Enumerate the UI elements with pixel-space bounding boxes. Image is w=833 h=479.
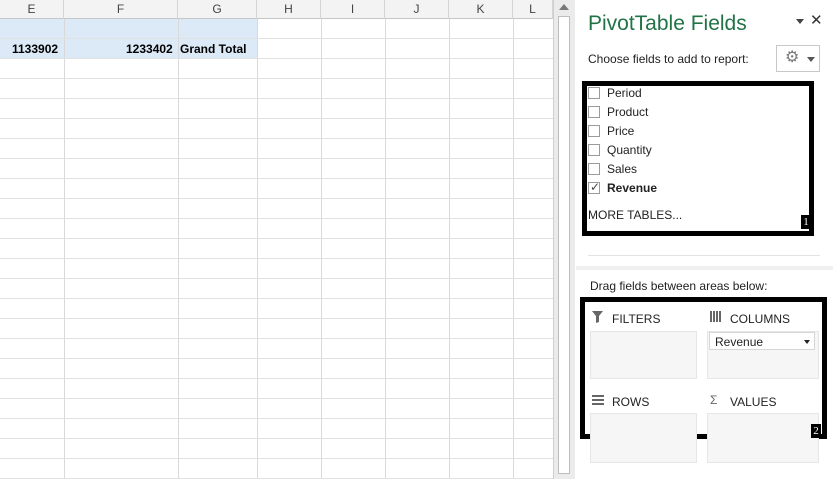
grid-hline: [0, 98, 553, 99]
column-header-e[interactable]: E: [0, 0, 64, 19]
field-label: Period: [607, 86, 642, 100]
vertical-scrollbar[interactable]: [553, 0, 575, 479]
grid-hline: [0, 58, 553, 59]
close-icon[interactable]: ✕: [810, 12, 823, 30]
drag-fields-label: Drag fields between areas below:: [590, 279, 768, 293]
gear-icon: ⚙: [785, 49, 800, 66]
grid-hline: [0, 258, 553, 259]
checkmark-icon: ✓: [590, 180, 601, 194]
grid-hline: [0, 318, 553, 319]
cell-grid[interactable]: 1133902 1233402 Grand Total: [0, 19, 553, 479]
grid-hline: [0, 378, 553, 379]
field-quantity[interactable]: Quantity: [587, 141, 817, 160]
scroll-up-arrow-icon[interactable]: [559, 4, 569, 10]
column-header-j[interactable]: J: [385, 0, 449, 19]
grid-hline: [0, 158, 553, 159]
field-label: Price: [607, 124, 635, 138]
grid-hline: [0, 278, 553, 279]
worksheet[interactable]: E F G H I J K L 1133902 1233402 Grand To…: [0, 0, 553, 479]
callout-badge-1: 1: [801, 215, 811, 229]
field-checkbox[interactable]: [588, 163, 600, 175]
cell-grand-total[interactable]: Grand Total: [180, 42, 246, 56]
pane-options-button[interactable]: [794, 15, 808, 29]
grid-hline: [0, 418, 553, 419]
field-sales[interactable]: Sales: [587, 160, 817, 179]
values-area-label: VALUES: [730, 395, 777, 409]
filter-icon: [592, 311, 603, 326]
pane-title: PivotTable Fields: [588, 12, 747, 35]
field-revenue[interactable]: ✓ Revenue: [587, 179, 817, 198]
choose-fields-label: Choose fields to add to report:: [588, 52, 749, 66]
excel-window: E F G H I J K L 1133902 1233402 Grand To…: [0, 0, 833, 479]
grid-hline: [0, 118, 553, 119]
grid-hline: [0, 218, 553, 219]
column-header-g[interactable]: G: [178, 0, 257, 19]
columns-field-label: Revenue: [715, 335, 764, 349]
field-checkbox[interactable]: ✓: [588, 180, 601, 194]
grid-hline: [0, 78, 553, 79]
field-checkbox[interactable]: [588, 106, 600, 118]
column-headers: E F G H I J K L: [0, 0, 553, 19]
sigma-icon: Σ: [710, 393, 718, 407]
grid-hline: [0, 358, 553, 359]
grid-hline: [0, 298, 553, 299]
field-product[interactable]: Product: [587, 103, 817, 122]
grid-vline: [449, 19, 450, 479]
columns-area-label: COLUMNS: [730, 312, 791, 326]
chevron-down-icon: [807, 57, 815, 62]
field-list: Period Product Price Quantity Sales ✓ Re…: [587, 84, 817, 198]
rows-area-label: ROWS: [612, 395, 650, 409]
cell-e-value[interactable]: 1133902: [12, 42, 58, 56]
tools-button[interactable]: ⚙: [776, 45, 820, 72]
values-drop-zone[interactable]: [707, 413, 819, 463]
scrollbar-thumb[interactable]: [558, 16, 570, 474]
grid-hline: [0, 438, 553, 439]
column-header-l[interactable]: L: [513, 0, 553, 19]
grid-hline: [0, 198, 553, 199]
field-label: Product: [607, 105, 649, 119]
field-price[interactable]: Price: [587, 122, 817, 141]
field-label: Sales: [607, 162, 638, 176]
pivottable-fields-pane: PivotTable Fields ✕ Choose fields to add…: [576, 0, 833, 479]
column-header-k[interactable]: K: [449, 0, 513, 19]
field-label: Quantity: [607, 143, 652, 157]
rows-icon: [592, 394, 604, 408]
field-checkbox[interactable]: [588, 144, 600, 156]
grid-vline: [64, 19, 65, 479]
grid-hline: [0, 238, 553, 239]
field-checkbox[interactable]: [588, 125, 600, 137]
pane-splitter[interactable]: [576, 266, 833, 270]
columns-icon: [710, 311, 722, 325]
grid-hline: [0, 458, 553, 459]
field-label: Revenue: [607, 181, 658, 195]
grid-hline: [0, 38, 553, 39]
grid-hline: [0, 178, 553, 179]
field-period[interactable]: Period: [587, 84, 817, 103]
grid-vline: [513, 19, 514, 479]
column-header-f[interactable]: F: [64, 0, 178, 19]
grid-vline: [178, 19, 179, 479]
grid-vline: [385, 19, 386, 479]
filters-drop-zone[interactable]: [590, 331, 697, 379]
callout-badge-2: 2: [811, 424, 821, 438]
grid-hline: [0, 138, 553, 139]
chevron-down-icon: [796, 19, 804, 24]
field-checkbox[interactable]: [588, 87, 600, 99]
columns-field-revenue[interactable]: Revenue: [709, 332, 815, 350]
column-header-i[interactable]: I: [321, 0, 385, 19]
cell-f-value[interactable]: 1233402: [126, 42, 173, 56]
grid-vline: [257, 19, 258, 479]
chevron-down-icon[interactable]: [804, 340, 810, 344]
grid-hline: [0, 338, 553, 339]
field-list-bottom-edge: [588, 255, 820, 256]
grid-vline: [321, 19, 322, 479]
grid-hline: [0, 398, 553, 399]
filters-area-label: FILTERS: [612, 312, 661, 326]
more-tables-link[interactable]: MORE TABLES...: [588, 208, 682, 222]
column-header-h[interactable]: H: [257, 0, 321, 19]
rows-drop-zone[interactable]: [590, 413, 697, 463]
